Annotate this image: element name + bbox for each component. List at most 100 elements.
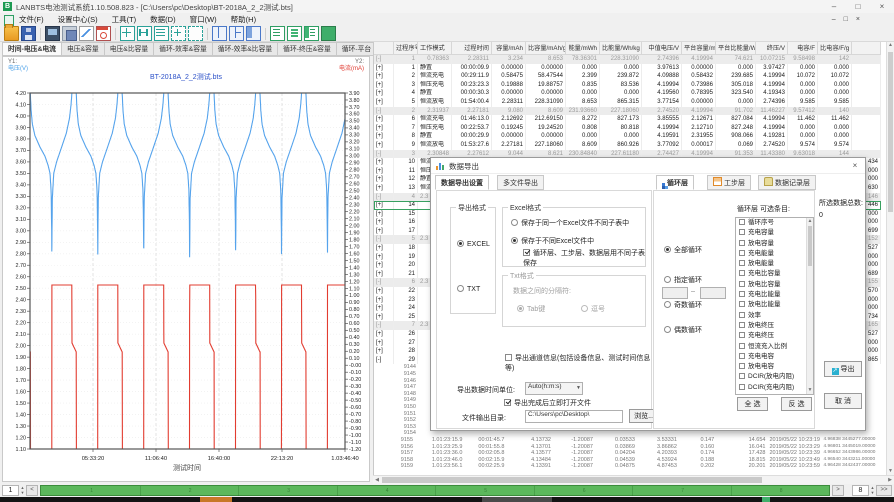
last-page-input[interactable]: 8	[852, 485, 869, 496]
menu-item[interactable]: 文件(F)	[12, 13, 51, 26]
expand-icon[interactable]: [+]	[374, 253, 394, 262]
collapse-icon[interactable]: [-]	[374, 321, 394, 330]
save-icon[interactable]	[21, 26, 36, 41]
expand-icon[interactable]: [+]	[374, 184, 394, 193]
expand-icon[interactable]: [+]	[374, 244, 394, 253]
record-row[interactable]: 91571.01:23:36.000:02:05.84.13577-1.2008…	[374, 450, 881, 457]
cycle-item-option[interactable]: 充电容量	[736, 228, 813, 238]
column-header[interactable]: 平台比能量/W	[716, 42, 756, 55]
cycle-item-option[interactable]: 放电终压	[736, 321, 813, 331]
list-view-icon[interactable]	[270, 26, 285, 41]
split-view-icon[interactable]	[154, 26, 169, 41]
schedule-icon[interactable]	[96, 26, 111, 41]
expand-icon[interactable]: [+]	[374, 201, 394, 210]
column-header[interactable]: 比能量/Wh/kg	[600, 42, 642, 55]
expand-icon[interactable]: [+]	[374, 347, 394, 356]
zoom-fit-icon[interactable]	[137, 26, 152, 41]
radio-comma[interactable]: 逗号	[581, 304, 605, 314]
export-button[interactable]: ↗导出	[824, 361, 862, 377]
menu-item[interactable]: 设置中心(S)	[51, 13, 105, 26]
cycle-item-option[interactable]: 充电电容	[736, 352, 813, 362]
expand-icon[interactable]: [+]	[374, 72, 394, 81]
record-row[interactable]: 9154	[374, 430, 881, 437]
tab-cycle-layer[interactable]: 循环层	[656, 175, 694, 190]
column-header[interactable]: 比容量/mAh/g	[526, 42, 566, 55]
expand-icon[interactable]: [+]	[374, 89, 394, 98]
zoom-box-icon[interactable]	[171, 26, 186, 41]
checkbox-separate-sheets[interactable]: 循环层、工步层、数据层用不同子表保存	[523, 248, 645, 268]
radio-cycle-scope-0[interactable]: 全部循环	[664, 245, 702, 255]
tab-export-settings[interactable]: 数据导出设置	[435, 175, 489, 190]
tab-step-layer[interactable]: 工步层	[707, 175, 751, 190]
minimize-button[interactable]: –	[822, 0, 846, 13]
expand-icon[interactable]: [+]	[374, 141, 394, 150]
collapse-icon[interactable]: [-]	[374, 235, 394, 244]
cycle-group-row[interactable]: [-]10.783632.283113.2348.65378.36301228.…	[374, 55, 881, 64]
maximize-button[interactable]: □	[846, 0, 870, 13]
expand-icon[interactable]: [+]	[374, 261, 394, 270]
radio-txt[interactable]: TXT	[457, 285, 480, 293]
scroll-left-icon[interactable]: ◀	[373, 477, 381, 484]
view-tab-4[interactable]: 循环-效率&比容量	[213, 42, 278, 56]
cycle-item-option[interactable]: 效率	[736, 311, 813, 321]
column-header[interactable]: 工作模式	[418, 42, 452, 55]
view-tab-5[interactable]: 循环-终压&容量	[278, 42, 337, 56]
collapse-icon[interactable]: [-]	[374, 193, 394, 202]
cycle-item-option[interactable]: DCIR(充电内阻)	[736, 383, 813, 393]
mdi-minimize-button[interactable]: –	[828, 16, 840, 23]
menu-item[interactable]: 数据(D)	[143, 13, 182, 26]
column-header[interactable]: 过程序号	[394, 42, 418, 55]
close-button[interactable]: ×	[870, 0, 894, 13]
page-number-input[interactable]: 1	[2, 485, 19, 496]
tab-multi-file-export[interactable]: 多文件导出	[497, 175, 544, 190]
scroll-up-icon[interactable]: ▲	[887, 42, 894, 49]
cycle-item-option[interactable]: 充电比能量	[736, 290, 813, 300]
vertical-scroll-thumb[interactable]	[888, 52, 893, 212]
listbox-scroll-down-icon[interactable]: ▼	[807, 387, 813, 394]
column-header[interactable]: 能量/mWh	[566, 42, 600, 55]
radio-excel[interactable]: EXCEL	[457, 240, 490, 248]
collapse-icon[interactable]: [-]	[374, 150, 394, 159]
table-vertical-scrollbar[interactable]: ▲ ▼	[886, 42, 894, 475]
radio-tab-key[interactable]: Tab键	[517, 304, 545, 314]
radio-same-excel-file[interactable]: 保存于同一个Excel文件不同子表中	[511, 218, 629, 228]
column-header[interactable]	[852, 42, 881, 55]
record-row[interactable]: 91551.01:23:15.900:01:45.74.13732-1.2008…	[374, 437, 881, 444]
expand-icon[interactable]: [+]	[374, 167, 394, 176]
prev-page-button[interactable]: <	[26, 485, 38, 496]
column-header[interactable]: 比电容/F/g	[818, 42, 852, 55]
expand-icon[interactable]: [+]	[374, 158, 394, 167]
cycle-item-option[interactable]: 放电能量	[736, 259, 813, 269]
menu-item[interactable]: 帮助(H)	[224, 13, 263, 26]
expand-icon[interactable]: [+]	[374, 304, 394, 313]
mdi-close-button[interactable]: ×	[852, 16, 864, 23]
list-detail-icon[interactable]	[287, 26, 302, 41]
expand-icon[interactable]: [+]	[374, 124, 394, 133]
cycle-items-listbox[interactable]: 循环序号充电容量放电容量充电能量放电能量充电比容量放电比容量充电比能量放电比能量…	[735, 217, 814, 395]
cycle-group-row[interactable]: [-]22.319372.271819.0808.609231.93660227…	[374, 107, 881, 116]
invert-selection-button[interactable]: 反 选	[781, 397, 812, 411]
cycle-item-option[interactable]: DCIR(放电内阻)	[736, 372, 813, 382]
taskbar-app-orange[interactable]	[200, 497, 232, 502]
column-header[interactable]: 终压/V	[756, 42, 788, 55]
step-row[interactable]: [+]2恒流充电00:29:11.90.5847558.475442.39923…	[374, 72, 881, 81]
expand-icon[interactable]: [+]	[374, 132, 394, 141]
expand-icon[interactable]: [+]	[374, 330, 394, 339]
table-horizontal-scrollbar[interactable]: ◀ ▶	[373, 475, 894, 484]
last-page-spinner[interactable]: ▲▼	[869, 485, 876, 496]
cycle-item-option[interactable]: 充电能量	[736, 249, 813, 259]
radio-cycle-scope-2[interactable]: 奇数循环	[664, 300, 702, 310]
step-row[interactable]: [+]3恒压充电00:23:23.30.1988819.887570.83583…	[374, 81, 881, 90]
view-tab-1[interactable]: 电压&容量	[62, 42, 105, 56]
expand-icon[interactable]: [+]	[374, 64, 394, 73]
page-spinner[interactable]: ▲▼	[19, 485, 26, 496]
expand-icon[interactable]: [-]	[374, 356, 394, 365]
horizontal-scroll-thumb[interactable]	[382, 477, 762, 483]
expand-icon[interactable]: [+]	[374, 81, 394, 90]
collapse-icon[interactable]: [-]	[374, 55, 394, 64]
selection-box-icon[interactable]	[188, 26, 203, 41]
column-header[interactable]: 平台容量/mAh	[682, 42, 716, 55]
listbox-scroll-up-icon[interactable]: ▲	[807, 218, 813, 225]
column-header[interactable]: 电容/F	[788, 42, 818, 55]
cycle-item-option[interactable]: 充电终压	[736, 331, 813, 341]
